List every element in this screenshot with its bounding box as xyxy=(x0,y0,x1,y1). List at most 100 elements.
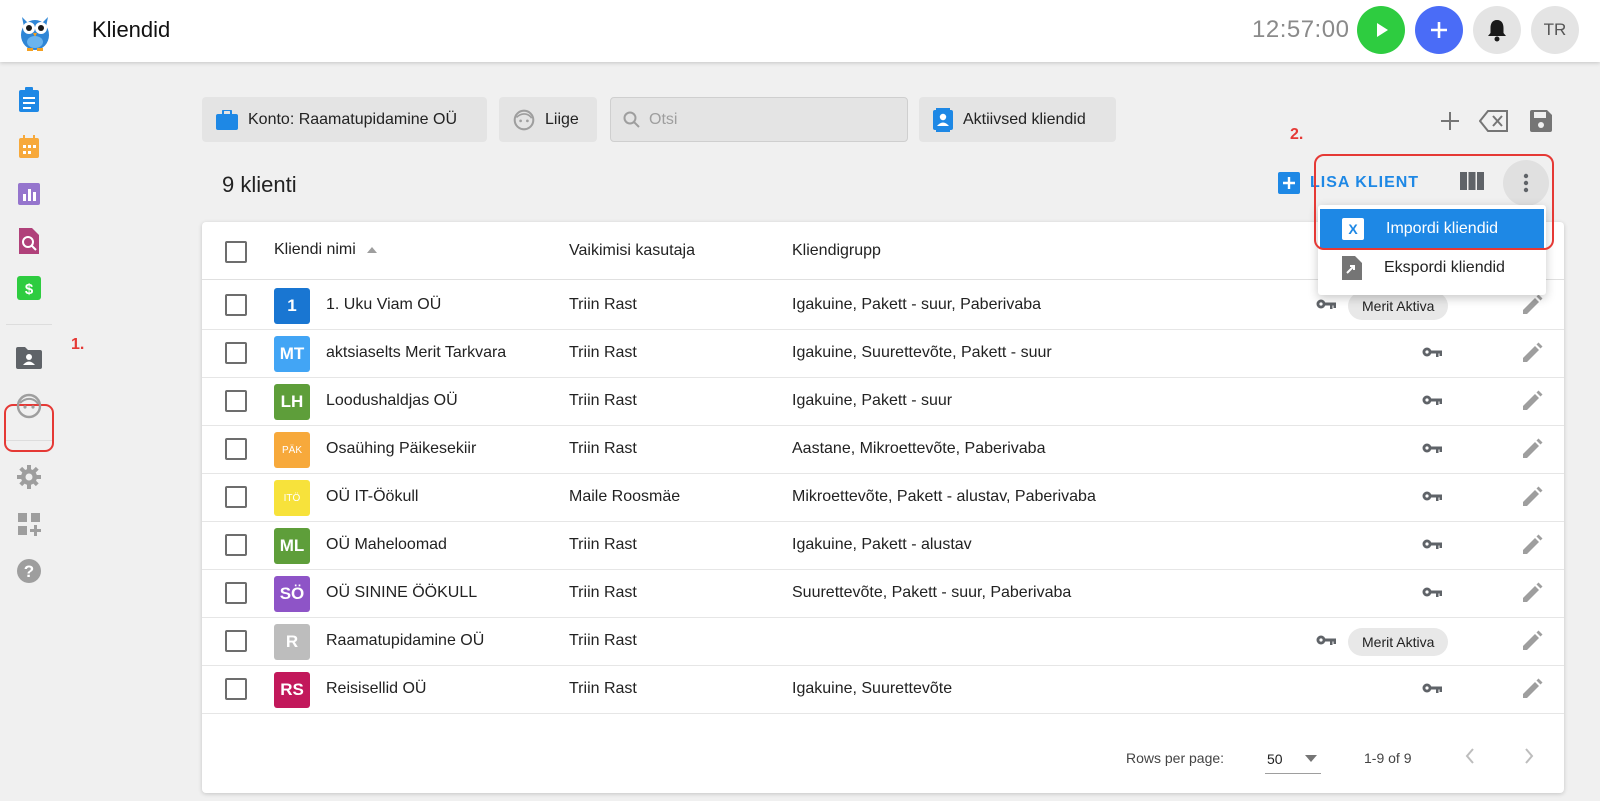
menu-item-export-clients[interactable]: Ekspordi kliendid xyxy=(1320,248,1544,287)
table-row[interactable]: ITÖ OÜ IT-Öökull Maile Roosmäe Mikroettevõt… xyxy=(202,473,1564,522)
key-icon[interactable] xyxy=(1422,345,1442,363)
client-name[interactable]: aktsiaselts Merit Tarkvara xyxy=(326,344,506,362)
key-icon[interactable] xyxy=(1422,393,1442,411)
client-name[interactable]: OÜ SININE ÖÖKULL xyxy=(326,584,477,602)
rows-per-page-label: Rows per page: xyxy=(1126,750,1225,766)
quick-add-button[interactable] xyxy=(1415,6,1463,54)
add-client-button[interactable]: LISA KLIENT xyxy=(1278,172,1419,194)
nav-members[interactable] xyxy=(15,392,43,420)
member-filter-chip[interactable]: Liige xyxy=(499,97,597,142)
status-filter-chip[interactable]: Aktiivsed kliendid xyxy=(919,97,1116,142)
key-icon[interactable] xyxy=(1422,441,1442,459)
client-avatar: MT xyxy=(274,336,310,372)
gear-icon xyxy=(17,465,41,489)
rail-divider-2 xyxy=(6,440,52,441)
play-icon xyxy=(1377,23,1388,37)
nav-billing[interactable]: $ xyxy=(15,274,43,302)
column-header-name-label: Kliendi nimi xyxy=(274,241,356,258)
column-header-default-user[interactable]: Vaikimisi kasutaja xyxy=(569,242,695,260)
prev-page-button[interactable] xyxy=(1465,748,1475,769)
edit-icon[interactable] xyxy=(1521,678,1543,705)
edit-icon[interactable] xyxy=(1521,582,1543,609)
client-group: Aastane, Mikroettevõte, Paberivaba xyxy=(792,440,1046,457)
owl-logo-icon[interactable] xyxy=(18,11,52,51)
row-checkbox[interactable] xyxy=(225,294,247,316)
timer-clock: 12:57:00 xyxy=(1252,16,1350,43)
column-header-group[interactable]: Kliendigrupp xyxy=(792,242,881,260)
nav-settings[interactable] xyxy=(15,463,43,491)
client-avatar: ITÖ xyxy=(274,480,310,516)
client-group: Igakuine, Pakett - suur, Paberivaba xyxy=(792,296,1042,313)
edit-icon[interactable] xyxy=(1521,486,1543,513)
row-checkbox[interactable] xyxy=(225,438,247,460)
key-icon[interactable] xyxy=(1422,537,1442,555)
edit-icon[interactable] xyxy=(1521,534,1543,561)
nav-reports[interactable] xyxy=(15,180,43,208)
table-row[interactable]: MT aktsiaselts Merit Tarkvara Triin Rast Ig… xyxy=(202,329,1564,378)
client-folder-icon xyxy=(16,347,42,369)
start-timer-button[interactable] xyxy=(1357,6,1405,54)
client-group: Igakuine, Suurettevõte, Pakett - suur xyxy=(792,344,1052,361)
menu-item-import-clients[interactable]: X Impordi kliendid xyxy=(1320,209,1544,248)
nav-calendar[interactable] xyxy=(15,133,43,161)
notifications-button[interactable] xyxy=(1473,6,1521,54)
edit-icon[interactable] xyxy=(1521,342,1543,369)
client-name[interactable]: Osaühing Päikesekiir xyxy=(326,440,476,458)
row-checkbox[interactable] xyxy=(225,582,247,604)
client-name[interactable]: 1. Uku Viam OÜ xyxy=(326,296,441,314)
row-checkbox[interactable] xyxy=(225,678,247,700)
rows-per-page-select[interactable]: 50 xyxy=(1265,744,1321,774)
default-user: Triin Rast xyxy=(569,344,637,361)
default-user: Triin Rast xyxy=(569,440,637,457)
key-icon[interactable] xyxy=(1422,489,1442,507)
nav-clients[interactable] xyxy=(15,344,43,372)
client-name[interactable]: OÜ Maheloomad xyxy=(326,536,447,554)
edit-icon[interactable] xyxy=(1521,390,1543,417)
menu-item-export-label: Ekspordi kliendid xyxy=(1384,258,1505,276)
client-name[interactable]: Raamatupidamine OÜ xyxy=(326,632,484,650)
key-icon[interactable] xyxy=(1422,585,1442,603)
more-options-button[interactable] xyxy=(1503,160,1549,206)
save-filter-button[interactable] xyxy=(1526,106,1556,136)
edit-icon[interactable] xyxy=(1521,438,1543,465)
client-group: Suurettevõte, Pakett - suur, Paberivaba xyxy=(792,584,1072,601)
select-all-checkbox[interactable] xyxy=(225,241,247,263)
table-row[interactable]: R Raamatupidamine OÜ Triin Rast Merit Aktiv… xyxy=(202,617,1564,666)
key-icon[interactable] xyxy=(1422,681,1442,699)
row-checkbox[interactable] xyxy=(225,534,247,556)
left-nav-rail: $ ? xyxy=(0,62,58,801)
table-row[interactable]: ML OÜ Maheloomad Triin Rast Igakuine, Paket… xyxy=(202,521,1564,570)
table-row[interactable]: PÄK Osaühing Päikesekiir Triin Rast Aastane… xyxy=(202,425,1564,474)
columns-icon xyxy=(1460,172,1484,190)
row-checkbox[interactable] xyxy=(225,486,247,508)
table-row[interactable]: RS Reisisellid OÜ Triin Rast Igakuine, Suur… xyxy=(202,665,1564,714)
column-header-name[interactable]: Kliendi nimi xyxy=(274,241,378,259)
nav-invoice-search[interactable] xyxy=(15,227,43,255)
nav-help[interactable]: ? xyxy=(15,557,43,585)
clear-filters-button[interactable] xyxy=(1477,106,1511,136)
client-name[interactable]: Reisisellid OÜ xyxy=(326,680,426,698)
user-avatar-button[interactable]: TR xyxy=(1531,6,1579,54)
key-icon[interactable] xyxy=(1316,297,1336,315)
columns-button[interactable] xyxy=(1460,171,1484,196)
table-row[interactable]: SÖ OÜ SININE ÖÖKULL Triin Rast Suurettevõte… xyxy=(202,569,1564,618)
key-icon[interactable] xyxy=(1316,633,1336,651)
edit-icon[interactable] xyxy=(1521,630,1543,657)
next-page-button[interactable] xyxy=(1524,748,1534,769)
table-row[interactable]: LH Loodushaldjas OÜ Triin Rast Igakuine, Pa… xyxy=(202,377,1564,426)
search-input[interactable] xyxy=(649,110,889,129)
nav-tasks[interactable] xyxy=(15,86,43,114)
row-checkbox[interactable] xyxy=(225,630,247,652)
row-checkbox[interactable] xyxy=(225,342,247,364)
add-filter-button[interactable] xyxy=(1435,106,1465,136)
search-box[interactable] xyxy=(610,97,908,142)
add-client-label: LISA KLIENT xyxy=(1310,174,1420,191)
edit-icon[interactable] xyxy=(1521,294,1543,321)
row-checkbox[interactable] xyxy=(225,390,247,412)
default-user: Triin Rast xyxy=(569,392,637,409)
nav-add-widget[interactable] xyxy=(15,510,43,538)
integration-badge: Merit Aktiva xyxy=(1348,628,1449,656)
client-name[interactable]: Loodushaldjas OÜ xyxy=(326,392,458,410)
client-name[interactable]: OÜ IT-Öökull xyxy=(326,488,418,506)
account-filter-chip[interactable]: Konto: Raamatupidamine OÜ xyxy=(202,97,487,142)
